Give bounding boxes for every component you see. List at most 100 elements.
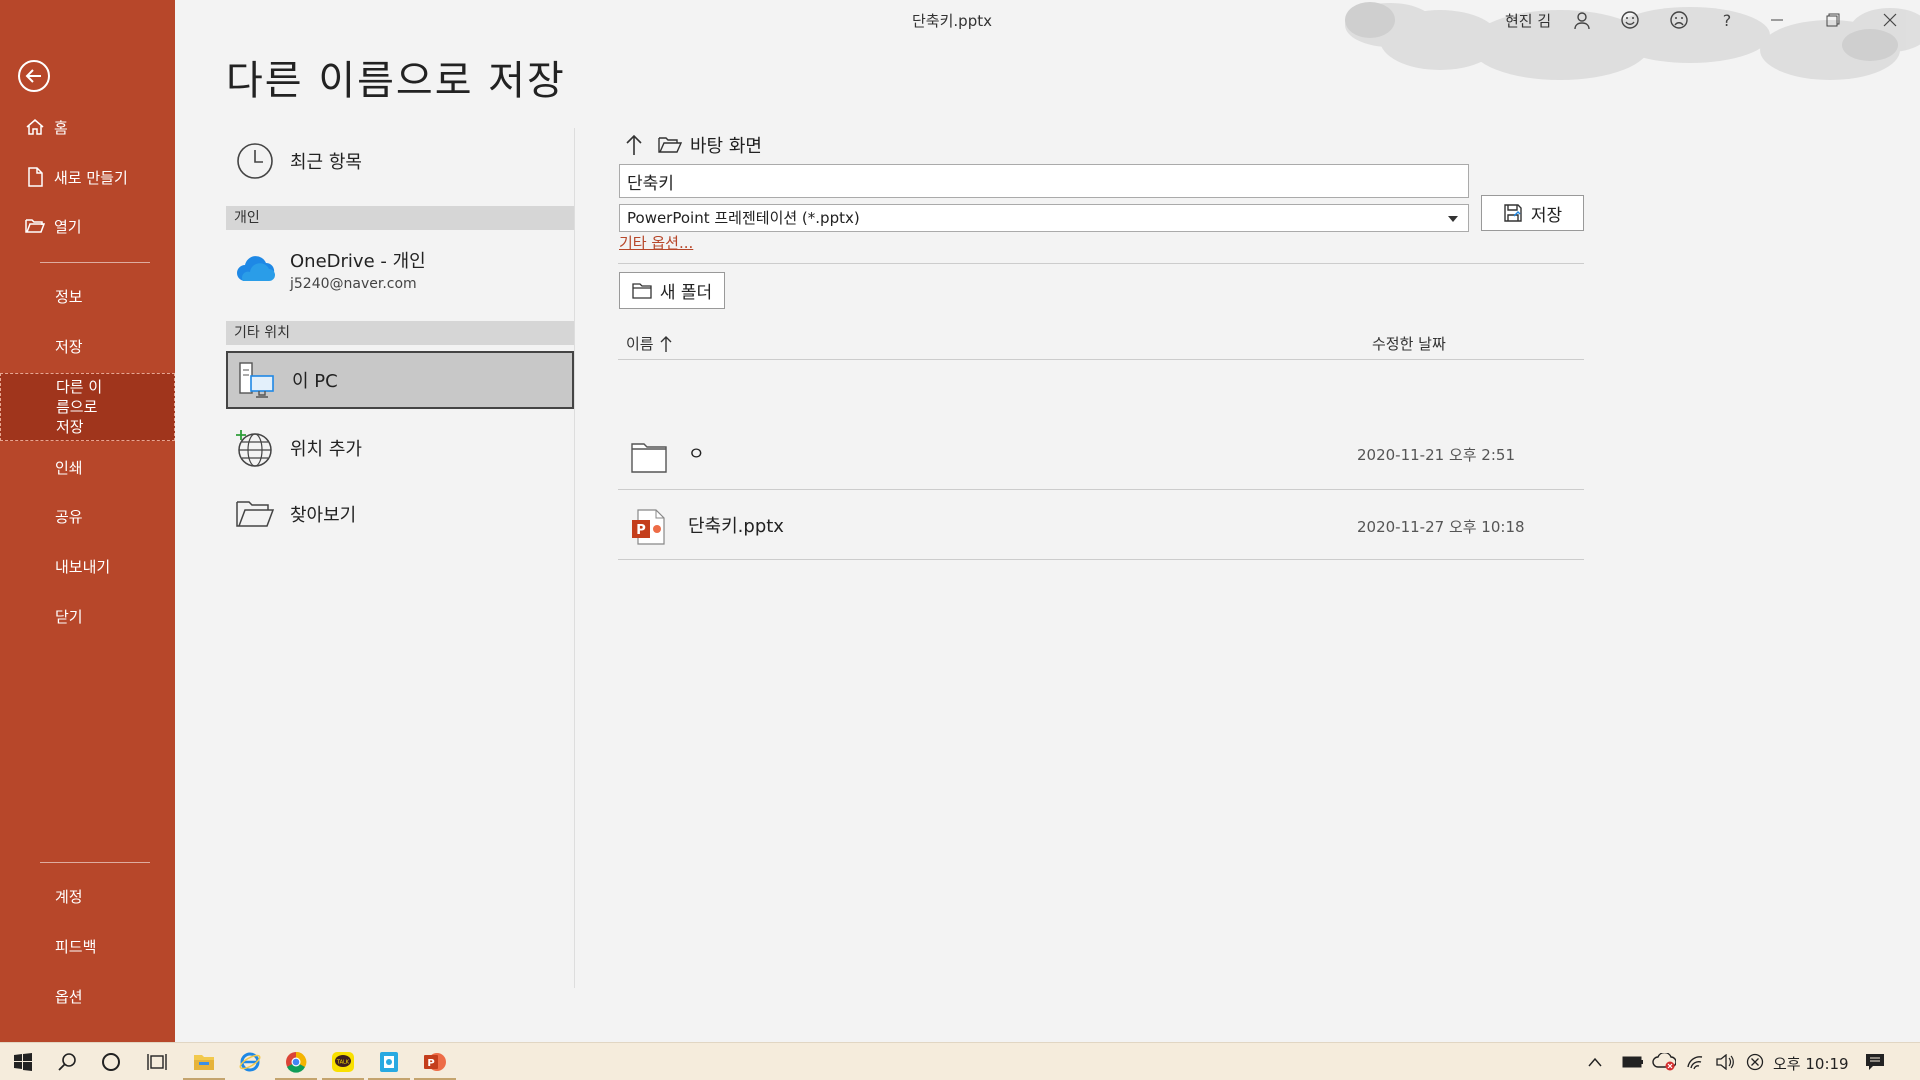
cortana-icon[interactable]: [88, 1043, 134, 1080]
nav-item-label: 정보: [55, 287, 83, 306]
breadcrumb: 바탕 화면: [624, 132, 762, 158]
filename-input[interactable]: [619, 164, 1469, 198]
nav-item-open[interactable]: 열기: [0, 204, 175, 248]
file-explorer-icon[interactable]: [181, 1043, 227, 1080]
powerpoint-taskbar-icon[interactable]: P: [412, 1043, 458, 1080]
file-name: 단축키.pptx: [688, 516, 784, 537]
new-folder-label: 새 폴더: [659, 283, 713, 303]
nav-item-label: 계정: [55, 887, 83, 906]
folder-open-icon: [234, 493, 276, 535]
location-label: 이 PC: [292, 371, 338, 392]
taskbar-clock[interactable]: 오후 10:19: [1773, 1053, 1849, 1074]
divider: [618, 263, 1584, 264]
nav-item-label: 닫기: [55, 607, 83, 626]
column-header-name[interactable]: 이름: [626, 333, 672, 354]
svg-text:TALK: TALK: [336, 1060, 350, 1066]
nav-item-export[interactable]: 내보내기: [0, 544, 175, 588]
filetype-select[interactable]: PowerPoint 프레젠테이션 (*.pptx): [619, 204, 1469, 232]
nav-item-label: 공유: [55, 507, 83, 526]
file-name: ㅇ: [688, 444, 705, 465]
nav-item-feedback[interactable]: 피드백: [0, 924, 175, 968]
location-label: 찾아보기: [290, 505, 357, 526]
app-icon[interactable]: [366, 1043, 412, 1080]
onedrive-cloud-icon: [234, 248, 276, 290]
nav-item-account[interactable]: 계정: [0, 874, 175, 918]
save-button[interactable]: 저장: [1481, 195, 1584, 231]
nav-item-home[interactable]: 홈: [0, 105, 175, 149]
chrome-icon[interactable]: [273, 1043, 319, 1080]
nav-item-label: 저장: [55, 337, 83, 356]
save-disk-icon: [1504, 204, 1522, 222]
location-browse[interactable]: 찾아보기: [226, 484, 574, 544]
column-header-date[interactable]: 수정한 날짜: [1372, 333, 1446, 354]
svg-text:P: P: [636, 523, 646, 538]
computer-icon: [236, 359, 278, 401]
nav-item-new[interactable]: 새로 만들기: [0, 155, 175, 199]
document-title: 단축키.pptx: [912, 12, 992, 30]
notification-icon[interactable]: [1855, 1043, 1895, 1080]
volume-icon[interactable]: [1710, 1043, 1740, 1080]
nav-item-label: 다른 이름으로 저장: [56, 378, 103, 436]
user-name[interactable]: 현진 김: [1505, 10, 1551, 31]
nav-item-save[interactable]: 저장: [0, 324, 175, 368]
file-row[interactable]: P 단축키.pptx 2020-11-27 오후 10:18: [618, 490, 1584, 560]
location-recent[interactable]: 최근 항목: [226, 128, 574, 194]
folder-open-icon: [658, 136, 682, 154]
new-document-icon: [24, 166, 46, 188]
section-header-personal: 개인: [226, 206, 574, 230]
no-network-icon[interactable]: [1740, 1043, 1770, 1080]
nav-item-save-as[interactable]: 다른 이름으로 저장: [0, 373, 175, 441]
file-list-header: 이름 수정한 날짜: [618, 324, 1584, 360]
nav-divider: [40, 862, 150, 863]
new-folder-button[interactable]: 새 폴더: [619, 272, 725, 309]
column-header-label: 이름: [626, 335, 654, 353]
chevron-down-icon: [1448, 216, 1458, 222]
up-arrow-icon[interactable]: [624, 134, 644, 156]
backstage-nav: 홈 새로 만들기 열기 정보 저장 다른 이름으로 저장 인쇄 공유 내보내기 …: [0, 0, 175, 1042]
nav-item-info[interactable]: 정보: [0, 274, 175, 318]
file-date: 2020-11-21 오후 2:51: [1357, 446, 1515, 464]
user-icon[interactable]: [1570, 8, 1594, 32]
location-add-place[interactable]: 위치 추가: [226, 418, 574, 478]
search-icon[interactable]: [44, 1043, 90, 1080]
back-button[interactable]: [18, 60, 50, 92]
task-view-icon[interactable]: [134, 1043, 180, 1080]
folder-icon: [632, 282, 652, 299]
powerpoint-file-icon: P: [632, 509, 665, 545]
location-onedrive[interactable]: OneDrive - 개인 j5240@naver.com: [226, 236, 574, 302]
onedrive-error-icon[interactable]: [1649, 1043, 1679, 1080]
nav-item-label: 인쇄: [55, 458, 83, 477]
help-icon[interactable]: ?: [1715, 8, 1739, 32]
minimize-icon[interactable]: [1765, 8, 1789, 32]
nav-item-options[interactable]: 옵션: [0, 974, 175, 1018]
panel-divider: [574, 128, 575, 988]
close-icon[interactable]: [1878, 8, 1902, 32]
more-options-link[interactable]: 기타 옵션...: [619, 232, 693, 253]
internet-explorer-icon[interactable]: [227, 1043, 273, 1080]
nav-item-share[interactable]: 공유: [0, 494, 175, 538]
restore-icon[interactable]: [1821, 8, 1845, 32]
filetype-value: PowerPoint 프레젠테이션 (*.pptx): [627, 209, 860, 227]
smile-icon[interactable]: [1618, 8, 1642, 32]
nav-item-label: 옵션: [55, 987, 83, 1006]
clock-icon: [234, 140, 276, 182]
nav-item-print[interactable]: 인쇄: [0, 445, 175, 489]
section-header-other: 기타 위치: [226, 321, 574, 345]
save-button-label: 저장: [1530, 205, 1563, 226]
folder-open-icon: [24, 215, 46, 237]
wifi-icon[interactable]: [1681, 1043, 1711, 1080]
windows-start-icon[interactable]: [0, 1043, 46, 1080]
current-folder[interactable]: 바탕 화면: [690, 132, 762, 158]
nav-item-label: 홈: [54, 118, 68, 137]
home-icon: [24, 116, 46, 138]
frown-icon[interactable]: [1667, 8, 1691, 32]
nav-item-close[interactable]: 닫기: [0, 594, 175, 638]
battery-icon[interactable]: [1618, 1043, 1648, 1080]
file-row[interactable]: ㅇ 2020-11-21 오후 2:51: [618, 420, 1584, 490]
location-label: OneDrive - 개인: [290, 250, 426, 272]
arrow-left-icon: [25, 69, 41, 83]
kakaotalk-icon[interactable]: TALK: [320, 1043, 366, 1080]
nav-item-label: 새로 만들기: [54, 168, 128, 187]
location-this-pc[interactable]: 이 PC: [226, 351, 574, 409]
chevron-up-icon[interactable]: [1580, 1043, 1610, 1080]
